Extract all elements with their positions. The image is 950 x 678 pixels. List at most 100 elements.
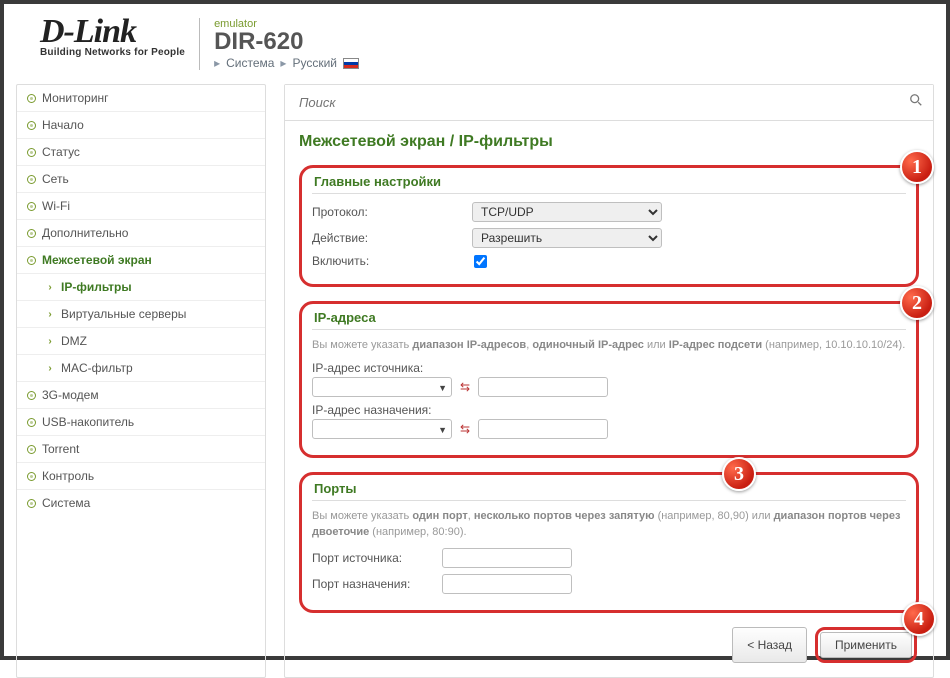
bullet-icon <box>27 445 36 454</box>
sidebar-item-label: 3G-модем <box>42 388 99 402</box>
back-button[interactable]: < Назад <box>732 627 807 663</box>
port-src-input[interactable] <box>442 548 572 568</box>
sidebar-item-system[interactable]: Система <box>17 490 265 516</box>
sidebar-item-label: Система <box>42 496 90 510</box>
flag-ru-icon <box>343 58 359 69</box>
range-icon: ⇆ <box>460 380 470 394</box>
section-ports: Порты Вы можете указать один порт, неско… <box>299 472 919 613</box>
sidebar-item-mac-filter[interactable]: MAC-фильтр <box>17 355 265 382</box>
callout-badge-2: 2 <box>900 286 934 320</box>
sidebar-item-label: Начало <box>42 118 84 132</box>
sidebar-item-virtual-servers[interactable]: Виртуальные серверы <box>17 301 265 328</box>
sidebar-item-label: Контроль <box>42 469 94 483</box>
bullet-icon <box>27 175 36 184</box>
button-bar: < Назад Применить 4 <box>299 621 919 663</box>
bullet-icon <box>27 256 36 265</box>
sidebar-item-dmz[interactable]: DMZ <box>17 328 265 355</box>
port-src-label: Порт источника: <box>312 551 442 565</box>
sidebar-item-label: MAC-фильтр <box>61 361 133 375</box>
search-input[interactable] <box>285 85 933 120</box>
ip-dst-from-combo[interactable] <box>312 419 452 439</box>
sidebar: Мониторинг Начало Статус Сеть Wi-Fi Допо… <box>16 84 266 678</box>
section-heading: IP-адреса <box>312 310 906 330</box>
ip-hint: Вы можете указать диапазон IP-адресов, о… <box>312 338 906 353</box>
sidebar-item-wifi[interactable]: Wi-Fi <box>17 193 265 220</box>
sidebar-item-monitoring[interactable]: Мониторинг <box>17 85 265 112</box>
sidebar-item-label: DMZ <box>61 334 87 348</box>
section-heading: Порты <box>312 481 906 501</box>
action-label: Действие: <box>312 231 472 245</box>
ip-dst-to-input[interactable] <box>478 419 608 439</box>
sidebar-item-status[interactable]: Статус <box>17 139 265 166</box>
sidebar-item-label: Сеть <box>42 172 69 186</box>
bullet-icon <box>27 202 36 211</box>
chevron-right-icon <box>45 309 55 319</box>
ip-src-from-combo[interactable] <box>312 377 452 397</box>
sidebar-item-ip-filters[interactable]: IP-фильтры <box>17 274 265 301</box>
bullet-icon <box>27 94 36 103</box>
callout-badge-4: 4 <box>902 602 936 636</box>
bullet-icon <box>27 418 36 427</box>
sidebar-item-firewall[interactable]: Межсетевой экран <box>17 247 265 274</box>
apply-button[interactable]: Применить <box>820 632 912 658</box>
model-name: DIR-620 <box>214 30 359 54</box>
sidebar-item-control[interactable]: Контроль <box>17 463 265 490</box>
enable-label: Включить: <box>312 254 472 268</box>
brand-tagline: Building Networks for People <box>40 47 185 58</box>
sidebar-item-label: Torrent <box>42 442 79 456</box>
header: D-Link Building Networks for People emul… <box>16 12 934 70</box>
sidebar-item-label: Виртуальные серверы <box>61 307 186 321</box>
callout-badge-1: 1 <box>900 150 934 184</box>
enable-checkbox[interactable] <box>474 255 487 268</box>
logo-block: D-Link Building Networks for People <box>40 18 185 58</box>
bullet-icon <box>27 121 36 130</box>
chevron-right-icon <box>45 336 55 346</box>
section-main-settings: Главные настройки Протокол: TCP/UDP Дейс… <box>299 165 919 287</box>
sidebar-item-usb-storage[interactable]: USB-накопитель <box>17 409 265 436</box>
protocol-select[interactable]: TCP/UDP <box>472 202 662 222</box>
caret-down-icon <box>438 380 447 394</box>
brand-logo: D-Link <box>40 18 185 45</box>
bullet-icon <box>27 472 36 481</box>
sidebar-item-label: Wi-Fi <box>42 199 70 213</box>
ip-dst-label: IP-адрес назначения: <box>312 403 431 417</box>
ip-src-to-input[interactable] <box>478 377 608 397</box>
sidebar-item-network[interactable]: Сеть <box>17 166 265 193</box>
port-dst-label: Порт назначения: <box>312 577 442 591</box>
search-icon[interactable] <box>909 93 923 110</box>
caret-down-icon <box>438 422 447 436</box>
model-block: emulator DIR-620 ▸ Система ▸ Русский <box>214 18 359 70</box>
sidebar-item-torrent[interactable]: Torrent <box>17 436 265 463</box>
crumb-language[interactable]: Русский <box>292 56 337 70</box>
bullet-icon <box>27 148 36 157</box>
chevron-right-icon <box>45 282 55 292</box>
sidebar-item-label: Мониторинг <box>42 91 109 105</box>
breadcrumb: ▸ Система ▸ Русский <box>214 56 359 70</box>
header-separator <box>199 18 200 70</box>
ports-hint: Вы можете указать один порт, несколько п… <box>312 509 906 540</box>
sidebar-item-label: Дополнительно <box>42 226 128 240</box>
sidebar-item-label: USB-накопитель <box>42 415 134 429</box>
section-ip-addresses: IP-адреса Вы можете указать диапазон IP-… <box>299 301 919 458</box>
port-dst-input[interactable] <box>442 574 572 594</box>
sidebar-item-advanced[interactable]: Дополнительно <box>17 220 265 247</box>
bullet-icon <box>27 229 36 238</box>
sidebar-item-3g-modem[interactable]: 3G-модем <box>17 382 265 409</box>
sidebar-item-label: Статус <box>42 145 80 159</box>
range-icon: ⇆ <box>460 422 470 436</box>
page-title: Межсетевой экран / IP-фильтры <box>299 133 919 151</box>
bullet-icon <box>27 391 36 400</box>
sidebar-item-label: Межсетевой экран <box>42 253 152 267</box>
ip-src-label: IP-адрес источника: <box>312 361 423 375</box>
crumb-system[interactable]: Система <box>226 56 274 70</box>
apply-highlight-frame: Применить 4 <box>815 627 917 663</box>
action-select[interactable]: Разрешить <box>472 228 662 248</box>
chevron-right-icon: ▸ <box>280 56 286 70</box>
main-panel: Межсетевой экран / IP-фильтры Главные на… <box>284 84 934 678</box>
section-heading: Главные настройки <box>312 174 906 194</box>
sidebar-item-home[interactable]: Начало <box>17 112 265 139</box>
chevron-right-icon <box>45 363 55 373</box>
bullet-icon <box>27 499 36 508</box>
sidebar-item-label: IP-фильтры <box>61 280 132 294</box>
search-bar <box>285 85 933 121</box>
